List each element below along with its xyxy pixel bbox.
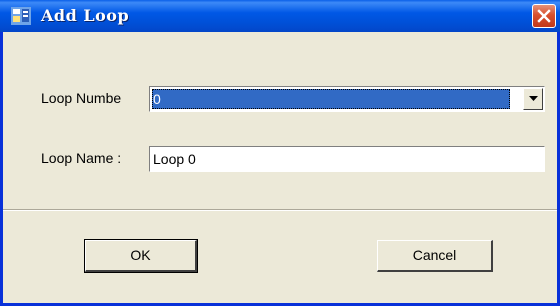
dropdown-arrow-button[interactable] xyxy=(523,88,543,110)
close-button[interactable] xyxy=(532,4,556,28)
title-bar[interactable]: Add Loop xyxy=(0,0,560,32)
separator xyxy=(3,209,557,211)
ok-button[interactable]: OK xyxy=(84,239,198,273)
app-icon xyxy=(11,7,31,25)
loop-number-label: Loop Numbe xyxy=(41,90,122,106)
loop-name-input[interactable] xyxy=(149,146,545,172)
add-loop-dialog: Add Loop Loop Numbe 0 Loop Name : OK Can… xyxy=(0,0,560,306)
loop-number-selected-value[interactable]: 0 xyxy=(152,89,510,109)
loop-name-label: Loop Name : xyxy=(41,150,122,166)
cancel-button[interactable]: Cancel xyxy=(377,240,493,272)
close-icon xyxy=(537,9,551,23)
window-title: Add Loop xyxy=(41,6,130,25)
chevron-down-icon xyxy=(529,96,538,101)
loop-number-dropdown[interactable]: 0 xyxy=(149,86,545,112)
